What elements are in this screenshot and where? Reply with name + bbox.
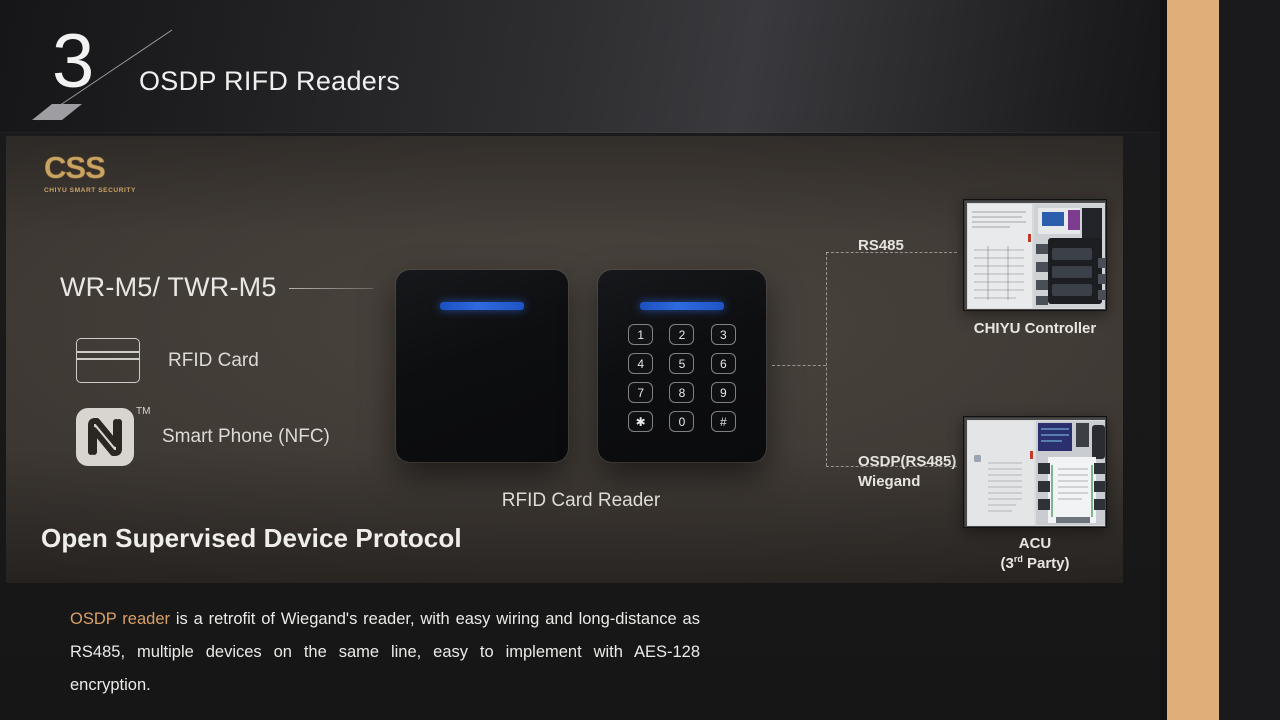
photo-label-acu: ACU (3rd Party) xyxy=(925,535,1145,574)
feature-label-smart-phone-nfc: Smart Phone (NFC) xyxy=(162,426,330,447)
nfc-icon: TM xyxy=(76,406,150,466)
keypad-key[interactable]: 9 xyxy=(710,382,736,403)
model-leader-line xyxy=(289,288,373,289)
edge-bar-dark-left xyxy=(1160,0,1167,720)
acu-party-prefix: (3 xyxy=(1000,554,1014,572)
brand-subtitle-text: CHIYU SMART SECURITY xyxy=(44,187,136,194)
edge-bar-dark-right xyxy=(1219,0,1280,720)
caption-highlight: OSDP reader xyxy=(70,610,170,628)
keypad-key[interactable]: 4 xyxy=(628,353,654,374)
connector-label-osdp-wiegand: OSDP(RS485) Wiegand xyxy=(858,452,956,491)
acu-party-ordinal: rd xyxy=(1013,553,1023,564)
chiyu-controller-photo xyxy=(963,199,1107,311)
rfid-reader-keypad-device: 1 2 3 4 5 6 7 8 9 ✱ 0 # xyxy=(598,270,766,462)
photo-label-acu-line1: ACU xyxy=(1018,535,1052,552)
keypad-reader-led-indicator xyxy=(640,302,724,310)
slide-header: 3 OSDP RIFD Readers xyxy=(0,0,1165,133)
keypad-key[interactable]: 3 xyxy=(710,324,736,345)
keypad-key[interactable]: 6 xyxy=(710,353,736,374)
model-name-label: WR-M5/ TWR-M5 xyxy=(60,272,277,302)
slide-root: 3 OSDP RIFD Readers CSS CHIYU SMART SECU… xyxy=(0,0,1280,720)
keypad-grid: 1 2 3 4 5 6 7 8 9 ✱ 0 # xyxy=(620,324,744,432)
acu-third-party-photo xyxy=(963,416,1107,528)
slide-caption: OSDP reader is a retrofit of Wiegand's r… xyxy=(70,603,700,702)
acu-party-suffix: Party) xyxy=(1022,554,1070,572)
connector-label-rs485: RS485 xyxy=(858,237,904,254)
rfid-card-icon xyxy=(76,338,140,383)
rfid-reader-plain-device xyxy=(396,270,568,462)
brand-mark-text: CSS xyxy=(44,150,106,185)
panel-headline: Open Supervised Device Protocol xyxy=(41,523,462,553)
page-title: OSDP RIFD Readers xyxy=(139,66,401,96)
keypad-key[interactable]: 8 xyxy=(669,382,695,403)
photo-label-chiyu-controller: CHIYU Controller xyxy=(973,320,1097,337)
connector-line-bus-vertical xyxy=(826,252,827,466)
reader-led-indicator xyxy=(440,302,524,310)
edge-bar-accent xyxy=(1167,0,1219,720)
feature-smart-phone-nfc: TM Smart Phone (NFC) xyxy=(76,406,330,466)
connector-label-osdp: OSDP(RS485) xyxy=(858,453,957,470)
photo-label-acu-line2: (3rd Party) xyxy=(925,554,1145,574)
keypad-key[interactable]: 7 xyxy=(628,382,654,403)
keypad-key[interactable]: ✱ xyxy=(628,411,654,432)
keypad-key[interactable]: 1 xyxy=(628,324,654,345)
keypad-key[interactable]: # xyxy=(710,411,736,432)
keypad-key[interactable]: 0 xyxy=(669,411,695,432)
connector-label-wiegand: Wiegand xyxy=(858,472,921,490)
keypad-key[interactable]: 5 xyxy=(669,353,695,374)
feature-rfid-card: RFID Card xyxy=(76,338,259,383)
keypad-key[interactable]: 2 xyxy=(669,324,695,345)
slide-number: 3 xyxy=(52,19,95,104)
connector-line-reader-to-bus xyxy=(772,365,826,366)
feature-label-rfid-card: RFID Card xyxy=(168,349,259,371)
brand-logo: CSS CHIYU SMART SECURITY xyxy=(44,152,144,194)
nfc-trademark-mark: TM xyxy=(136,406,151,417)
device-caption: RFID Card Reader xyxy=(501,490,661,511)
